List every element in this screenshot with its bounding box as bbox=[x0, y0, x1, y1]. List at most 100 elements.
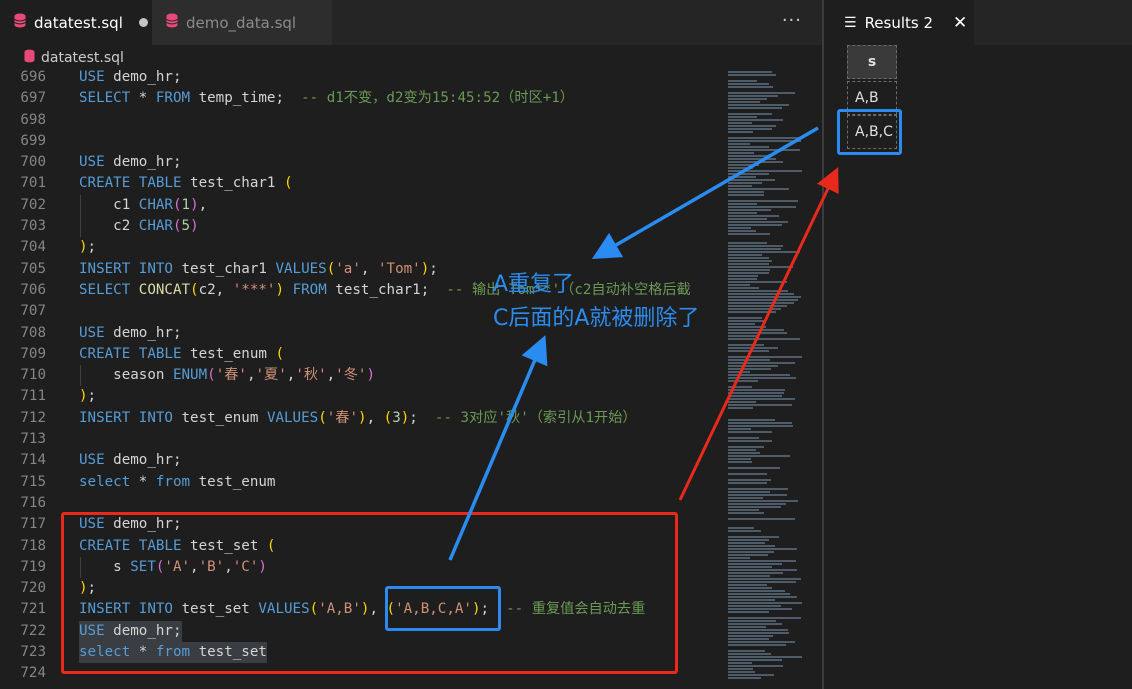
minimap-line bbox=[728, 260, 772, 262]
code-line[interactable]: 710 season ENUM('春','夏','秋','冬') bbox=[0, 365, 720, 387]
minimap-line bbox=[728, 650, 765, 652]
code-token: USE bbox=[79, 69, 105, 85]
code-line[interactable]: 702 c1 CHAR(1), bbox=[0, 194, 720, 217]
minimap-line bbox=[728, 407, 753, 409]
code-line[interactable]: 711); bbox=[0, 386, 720, 407]
minimap-line bbox=[728, 191, 764, 193]
minimap-line bbox=[728, 503, 786, 505]
code-line[interactable]: 698 bbox=[0, 110, 720, 131]
code-token: demo_hr; bbox=[104, 324, 182, 341]
code-line[interactable]: 696 USE demo_hr; bbox=[0, 67, 720, 88]
code-line[interactable]: 706 SELECT CONCAT(c2, '***') FROM test_ch… bbox=[0, 280, 720, 301]
code-token: '春' bbox=[215, 367, 247, 384]
minimap-line bbox=[728, 290, 788, 292]
minimap-line bbox=[728, 185, 752, 187]
code-token: '春' bbox=[326, 409, 359, 426]
line-number: 721 bbox=[20, 601, 46, 618]
minimap-line bbox=[728, 320, 764, 322]
minimap-line bbox=[728, 128, 772, 130]
code-token: test_enum bbox=[190, 473, 276, 490]
code-line[interactable]: 700 USE demo_hr; bbox=[0, 152, 720, 173]
results-tab-label: Results 2 bbox=[864, 13, 934, 32]
minimap-line bbox=[728, 401, 756, 403]
minimap-line bbox=[728, 674, 774, 676]
code-token: CHAR bbox=[138, 196, 173, 213]
annotation-text-1: A重复了 bbox=[493, 272, 575, 297]
code-token: season bbox=[79, 367, 173, 384]
code-line[interactable]: 712 INSERT INTO test_enum VALUES('春'), (3… bbox=[0, 408, 720, 429]
code-line[interactable]: 701 CREATE TABLE test_char1 ( bbox=[0, 173, 720, 194]
minimap-line bbox=[728, 398, 795, 400]
minimap-line bbox=[728, 653, 771, 655]
code-line[interactable]: 703 c2 CHAR(5) bbox=[0, 216, 720, 238]
code-text: INSERT INTO test_char1 VALUES('a', 'Tom'… bbox=[79, 259, 438, 280]
minimap-line bbox=[728, 671, 755, 673]
code-token: 3 bbox=[392, 409, 401, 426]
database-icon bbox=[24, 49, 35, 67]
code-token: INSERT INTO bbox=[79, 260, 173, 277]
minimap-line bbox=[728, 611, 769, 613]
minimap-line bbox=[728, 221, 788, 223]
minimap-line bbox=[728, 617, 801, 619]
minimap-line bbox=[728, 305, 787, 307]
code-line[interactable]: 697 SELECT * FROM temp_time; -- d1不变，d2变为… bbox=[0, 88, 720, 109]
list-icon: ☰ bbox=[844, 14, 857, 31]
minimap-line bbox=[728, 146, 769, 148]
more-actions-icon[interactable]: ··· bbox=[782, 10, 802, 31]
minimap-line bbox=[728, 278, 757, 280]
minimap-line bbox=[728, 338, 800, 340]
code-line[interactable]: 714 USE demo_hr; bbox=[0, 450, 720, 471]
minimap-line bbox=[728, 395, 782, 397]
minimap-line bbox=[728, 422, 792, 424]
tab-results-2[interactable]: ☰ Results 2 ✕ bbox=[824, 0, 974, 45]
code-token: FROM bbox=[155, 90, 191, 107]
minimap-line bbox=[728, 164, 759, 166]
line-number: 700 bbox=[20, 154, 46, 171]
minimap[interactable] bbox=[722, 67, 822, 689]
minimap-line bbox=[728, 71, 772, 73]
code-token: ; bbox=[429, 260, 438, 277]
minimap-line bbox=[728, 233, 770, 235]
code-line[interactable]: 713 bbox=[0, 429, 720, 450]
minimap-line bbox=[728, 509, 759, 511]
minimap-line bbox=[728, 173, 769, 175]
code-token: test_char1 bbox=[172, 260, 276, 277]
tab-datatest-sql[interactable]: datatest.sql bbox=[0, 0, 152, 45]
minimap-line bbox=[728, 200, 798, 202]
minimap-line bbox=[728, 323, 755, 325]
code-line[interactable]: 699 bbox=[0, 131, 720, 152]
line-number: 719 bbox=[20, 558, 46, 575]
minimap-line bbox=[728, 242, 767, 244]
highlight-box-set-statements bbox=[61, 512, 678, 674]
code-text: ); bbox=[79, 386, 96, 407]
minimap-line bbox=[728, 104, 789, 106]
minimap-line bbox=[728, 620, 776, 622]
code-line[interactable]: 709 CREATE TABLE test_enum ( bbox=[0, 344, 720, 365]
tab-demo-data-sql[interactable]: demo_data.sql bbox=[152, 0, 332, 45]
column-header-s[interactable]: s bbox=[847, 45, 897, 79]
minimap-line bbox=[728, 377, 796, 379]
close-icon[interactable]: ✕ bbox=[953, 13, 967, 33]
minimap-line bbox=[728, 269, 770, 271]
minimap-line bbox=[728, 425, 793, 427]
minimap-line bbox=[728, 491, 770, 493]
unsaved-dot-icon[interactable] bbox=[138, 18, 148, 27]
minimap-line bbox=[728, 302, 794, 304]
code-line[interactable]: 704); bbox=[0, 237, 720, 258]
code-token: * bbox=[130, 473, 156, 490]
code-line[interactable]: 715 select * from test_enum bbox=[0, 472, 720, 493]
line-number: 699 bbox=[20, 132, 46, 149]
code-token: c2, bbox=[198, 281, 233, 298]
code-token: c1 bbox=[79, 196, 139, 213]
line-number: 704 bbox=[20, 239, 46, 256]
minimap-line bbox=[728, 293, 794, 295]
line-number: 722 bbox=[20, 622, 46, 639]
minimap-line bbox=[728, 122, 752, 124]
minimap-line bbox=[728, 284, 750, 286]
line-number: 712 bbox=[20, 409, 46, 426]
annotation-text-2: C后面的A就被删除了 bbox=[493, 306, 700, 331]
minimap-line bbox=[728, 602, 802, 604]
code-line[interactable]: 705 INSERT INTO test_char1 VALUES('a', 'T… bbox=[0, 259, 720, 280]
minimap-line bbox=[728, 251, 800, 253]
